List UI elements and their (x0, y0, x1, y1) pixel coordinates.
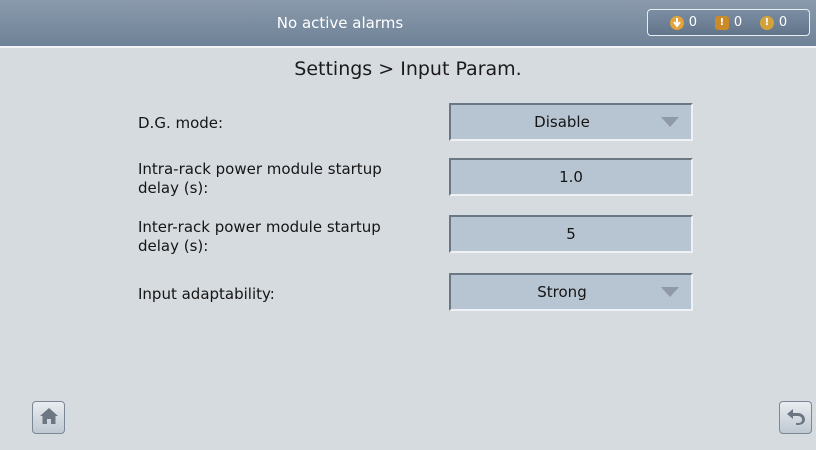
status-bar: No active alarms 0 ! 0 ! 0 (0, 0, 816, 48)
alarm-status-text[interactable]: No active alarms (0, 0, 680, 46)
minor-alarm-counter: 0 (669, 15, 698, 30)
minor-alarm-icon (669, 15, 684, 30)
dg-mode-label: D.G. mode: (138, 114, 224, 132)
major-alarm-icon: ! (714, 15, 729, 30)
input-adaptability-dropdown[interactable]: Strong (449, 273, 693, 311)
inter-rack-delay-label-line1: Inter-rack power module startup (138, 218, 381, 236)
inter-rack-delay-value: 5 (566, 225, 576, 243)
dg-mode-dropdown[interactable]: Disable (449, 103, 693, 141)
intra-rack-delay-label: Intra-rack power module startup delay (s… (138, 160, 382, 198)
major-alarm-counter: ! 0 (714, 15, 743, 30)
back-button[interactable] (779, 401, 812, 434)
home-button[interactable] (32, 401, 65, 434)
intra-rack-delay-label-line2: delay (s): (138, 179, 209, 197)
intra-rack-delay-label-line1: Intra-rack power module startup (138, 160, 382, 178)
home-icon (39, 407, 59, 429)
critical-alarm-count: 0 (778, 15, 788, 30)
input-adaptability-value: Strong (537, 283, 587, 301)
back-icon (786, 407, 806, 429)
inter-rack-delay-label-line2: delay (s): (138, 237, 209, 255)
minor-alarm-count: 0 (688, 15, 698, 30)
alarm-counter-panel[interactable]: 0 ! 0 ! 0 (647, 9, 810, 36)
intra-rack-delay-value: 1.0 (559, 168, 583, 186)
critical-alarm-icon: ! (759, 15, 774, 30)
major-alarm-count: 0 (733, 15, 743, 30)
chevron-down-icon (661, 117, 679, 127)
critical-alarm-counter: ! 0 (759, 15, 788, 30)
input-adaptability-label: Input adaptability: (138, 285, 275, 303)
page-title: Settings > Input Param. (294, 58, 522, 80)
intra-rack-delay-input[interactable]: 1.0 (449, 158, 693, 196)
chevron-down-icon (661, 287, 679, 297)
dg-mode-value: Disable (534, 113, 590, 131)
inter-rack-delay-label: Inter-rack power module startup delay (s… (138, 218, 381, 256)
inter-rack-delay-input[interactable]: 5 (449, 215, 693, 253)
